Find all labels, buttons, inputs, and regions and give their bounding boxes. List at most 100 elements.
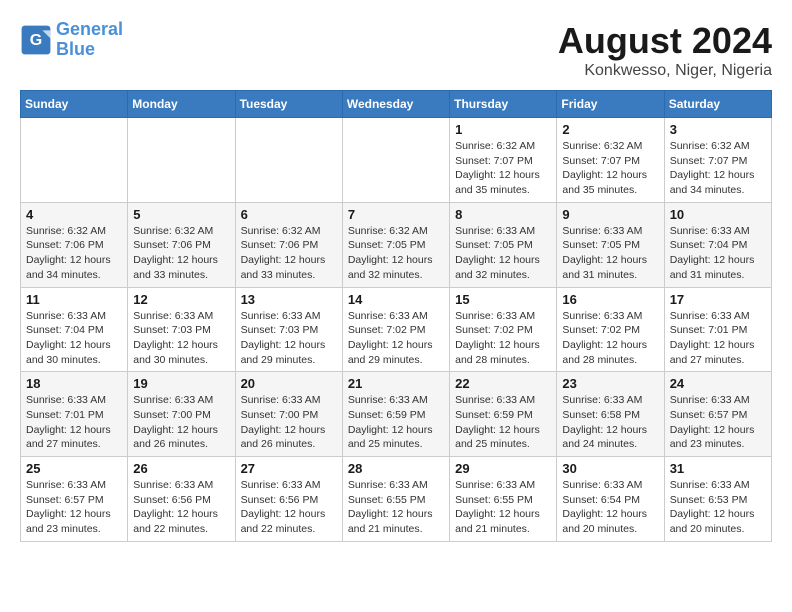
day-number: 17	[670, 292, 766, 307]
day-info: Sunrise: 6:33 AM Sunset: 6:57 PM Dayligh…	[26, 478, 122, 537]
day-info: Sunrise: 6:33 AM Sunset: 7:05 PM Dayligh…	[455, 224, 551, 283]
day-info: Sunrise: 6:32 AM Sunset: 7:07 PM Dayligh…	[562, 139, 658, 198]
day-header-saturday: Saturday	[664, 91, 771, 118]
day-header-wednesday: Wednesday	[342, 91, 449, 118]
day-info: Sunrise: 6:33 AM Sunset: 7:02 PM Dayligh…	[455, 309, 551, 368]
day-info: Sunrise: 6:32 AM Sunset: 7:06 PM Dayligh…	[241, 224, 337, 283]
calendar-cell: 9Sunrise: 6:33 AM Sunset: 7:05 PM Daylig…	[557, 202, 664, 287]
calendar-cell: 27 Sunrise: 6:33 AM Sunset: 6:56 PM Dayli…	[235, 457, 342, 542]
day-info: Sunrise: 6:33 AM Sunset: 7:00 PM Dayligh…	[133, 393, 229, 452]
day-number: 22	[455, 376, 551, 391]
calendar-cell: 17 Sunrise: 6:33 AM Sunset: 7:01 PM Dayli…	[664, 287, 771, 372]
day-info: Sunrise: 6:33 AM Sunset: 6:59 PM Dayligh…	[455, 393, 551, 452]
calendar-cell: 7Sunrise: 6:32 AM Sunset: 7:05 PM Daylig…	[342, 202, 449, 287]
calendar-cell: 2 Sunrise: 6:32 AM Sunset: 7:07 PM Daylig…	[557, 118, 664, 203]
days-header-row: SundayMondayTuesdayWednesdayThursdayFrid…	[21, 91, 772, 118]
day-number: 16	[562, 292, 658, 307]
day-info: Sunrise: 6:33 AM Sunset: 6:55 PM Dayligh…	[348, 478, 444, 537]
day-header-tuesday: Tuesday	[235, 91, 342, 118]
page-header: G General Blue August 2024 Konkwesso, Ni…	[20, 20, 772, 80]
week-row-3: 11Sunrise: 6:33 AM Sunset: 7:04 PM Dayli…	[21, 287, 772, 372]
day-number: 3	[670, 122, 766, 137]
day-info: Sunrise: 6:33 AM Sunset: 6:53 PM Dayligh…	[670, 478, 766, 537]
day-info: Sunrise: 6:33 AM Sunset: 6:55 PM Dayligh…	[455, 478, 551, 537]
day-number: 24	[670, 376, 766, 391]
calendar-cell: 28 Sunrise: 6:33 AM Sunset: 6:55 PM Dayli…	[342, 457, 449, 542]
week-row-2: 4 Sunrise: 6:32 AM Sunset: 7:06 PM Daylig…	[21, 202, 772, 287]
calendar-cell	[21, 118, 128, 203]
day-info: Sunrise: 6:33 AM Sunset: 7:02 PM Dayligh…	[348, 309, 444, 368]
day-number: 5	[133, 207, 229, 222]
calendar-cell: 1 Sunrise: 6:32 AM Sunset: 7:07 PM Daylig…	[450, 118, 557, 203]
calendar-cell: 6 Sunrise: 6:32 AM Sunset: 7:06 PM Daylig…	[235, 202, 342, 287]
day-info: Sunrise: 6:33 AM Sunset: 7:04 PM Dayligh…	[26, 309, 122, 368]
day-info: Sunrise: 6:32 AM Sunset: 7:07 PM Dayligh…	[455, 139, 551, 198]
week-row-4: 18Sunrise: 6:33 AM Sunset: 7:01 PM Dayli…	[21, 372, 772, 457]
calendar-table: SundayMondayTuesdayWednesdayThursdayFrid…	[20, 90, 772, 542]
calendar-cell: 26 Sunrise: 6:33 AM Sunset: 6:56 PM Dayli…	[128, 457, 235, 542]
day-number: 30	[562, 461, 658, 476]
day-number: 29	[455, 461, 551, 476]
day-info: Sunrise: 6:33 AM Sunset: 6:57 PM Dayligh…	[670, 393, 766, 452]
day-number: 6	[241, 207, 337, 222]
logo-general: General	[56, 19, 123, 39]
week-row-1: 1 Sunrise: 6:32 AM Sunset: 7:07 PM Daylig…	[21, 118, 772, 203]
calendar-cell: 24 Sunrise: 6:33 AM Sunset: 6:57 PM Dayli…	[664, 372, 771, 457]
calendar-cell: 13Sunrise: 6:33 AM Sunset: 7:03 PM Dayli…	[235, 287, 342, 372]
logo-text: General Blue	[56, 20, 123, 60]
logo-icon: G	[20, 24, 52, 56]
day-number: 23	[562, 376, 658, 391]
day-info: Sunrise: 6:32 AM Sunset: 7:06 PM Dayligh…	[26, 224, 122, 283]
day-info: Sunrise: 6:32 AM Sunset: 7:07 PM Dayligh…	[670, 139, 766, 198]
location: Konkwesso, Niger, Nigeria	[558, 62, 772, 80]
day-number: 12	[133, 292, 229, 307]
calendar-cell: 3 Sunrise: 6:32 AM Sunset: 7:07 PM Daylig…	[664, 118, 771, 203]
day-header-thursday: Thursday	[450, 91, 557, 118]
day-number: 14	[348, 292, 444, 307]
day-info: Sunrise: 6:33 AM Sunset: 7:04 PM Dayligh…	[670, 224, 766, 283]
day-number: 7	[348, 207, 444, 222]
calendar-cell: 20Sunrise: 6:33 AM Sunset: 7:00 PM Dayli…	[235, 372, 342, 457]
calendar-cell: 18Sunrise: 6:33 AM Sunset: 7:01 PM Dayli…	[21, 372, 128, 457]
calendar-cell: 19 Sunrise: 6:33 AM Sunset: 7:00 PM Dayli…	[128, 372, 235, 457]
calendar-cell: 16 Sunrise: 6:33 AM Sunset: 7:02 PM Dayli…	[557, 287, 664, 372]
calendar-cell: 15 Sunrise: 6:33 AM Sunset: 7:02 PM Dayli…	[450, 287, 557, 372]
day-number: 9	[562, 207, 658, 222]
day-header-friday: Friday	[557, 91, 664, 118]
day-number: 31	[670, 461, 766, 476]
day-number: 27	[241, 461, 337, 476]
day-number: 25	[26, 461, 122, 476]
calendar-cell: 25 Sunrise: 6:33 AM Sunset: 6:57 PM Dayli…	[21, 457, 128, 542]
calendar-cell: 14 Sunrise: 6:33 AM Sunset: 7:02 PM Dayli…	[342, 287, 449, 372]
day-number: 28	[348, 461, 444, 476]
day-header-monday: Monday	[128, 91, 235, 118]
day-number: 19	[133, 376, 229, 391]
day-info: Sunrise: 6:33 AM Sunset: 7:00 PM Dayligh…	[241, 393, 337, 452]
day-info: Sunrise: 6:33 AM Sunset: 6:56 PM Dayligh…	[241, 478, 337, 537]
day-info: Sunrise: 6:33 AM Sunset: 7:03 PM Dayligh…	[133, 309, 229, 368]
day-info: Sunrise: 6:33 AM Sunset: 6:56 PM Dayligh…	[133, 478, 229, 537]
svg-text:G: G	[30, 32, 42, 49]
calendar-cell: 4 Sunrise: 6:32 AM Sunset: 7:06 PM Daylig…	[21, 202, 128, 287]
day-number: 2	[562, 122, 658, 137]
day-number: 1	[455, 122, 551, 137]
day-info: Sunrise: 6:33 AM Sunset: 7:02 PM Dayligh…	[562, 309, 658, 368]
calendar-cell	[235, 118, 342, 203]
calendar-cell: 31 Sunrise: 6:33 AM Sunset: 6:53 PM Dayli…	[664, 457, 771, 542]
day-number: 8	[455, 207, 551, 222]
day-header-sunday: Sunday	[21, 91, 128, 118]
day-number: 26	[133, 461, 229, 476]
calendar-cell: 23Sunrise: 6:33 AM Sunset: 6:58 PM Dayli…	[557, 372, 664, 457]
month-title: August 2024	[558, 20, 772, 62]
day-info: Sunrise: 6:32 AM Sunset: 7:06 PM Dayligh…	[133, 224, 229, 283]
day-number: 13	[241, 292, 337, 307]
day-info: Sunrise: 6:33 AM Sunset: 7:01 PM Dayligh…	[670, 309, 766, 368]
calendar-cell	[128, 118, 235, 203]
day-number: 21	[348, 376, 444, 391]
logo-blue: Blue	[56, 39, 95, 59]
calendar-cell	[342, 118, 449, 203]
day-number: 4	[26, 207, 122, 222]
day-number: 15	[455, 292, 551, 307]
logo: G General Blue	[20, 20, 123, 60]
day-info: Sunrise: 6:33 AM Sunset: 7:01 PM Dayligh…	[26, 393, 122, 452]
